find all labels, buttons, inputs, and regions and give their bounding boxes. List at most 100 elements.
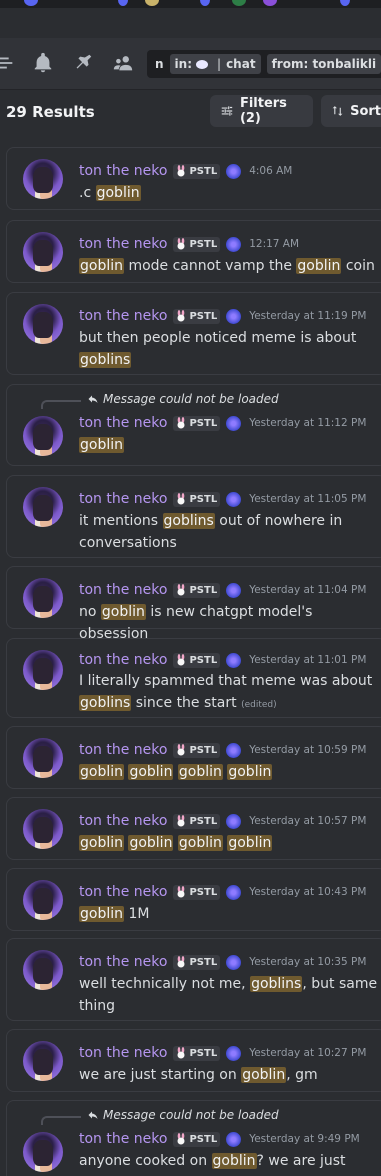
- server-icon[interactable]: [232, 0, 246, 6]
- guild-tag[interactable]: PSTL: [173, 163, 221, 179]
- reply-text: Message could not be loaded: [103, 392, 279, 406]
- bunny-icon: [177, 584, 185, 596]
- bunny-icon: [177, 1133, 185, 1145]
- server-icon[interactable]: [200, 0, 210, 6]
- avatar[interactable]: [23, 738, 63, 778]
- author-name[interactable]: ton the neko: [79, 491, 167, 507]
- search-token-from[interactable]: from: tonbalikli: [266, 54, 381, 74]
- avatar[interactable]: [23, 416, 63, 456]
- server-icon[interactable]: [145, 0, 159, 6]
- avatar[interactable]: [23, 487, 63, 527]
- result-card[interactable]: ton the neko PSTL 4:06 AM .c goblin: [6, 147, 381, 210]
- author-name[interactable]: ton the neko: [79, 884, 167, 900]
- role-badge-icon: [226, 954, 242, 970]
- avatar[interactable]: [23, 304, 63, 344]
- result-card[interactable]: ton the neko PSTL Yesterday at 11:19 PM …: [6, 292, 381, 375]
- search-highlight: goblin: [128, 835, 174, 851]
- avatar[interactable]: [23, 880, 63, 920]
- bunny-icon: [177, 417, 185, 429]
- guild-tag[interactable]: PSTL: [173, 652, 221, 668]
- server-icon[interactable]: [263, 0, 277, 6]
- author-name[interactable]: ton the neko: [79, 954, 167, 970]
- guild-tag[interactable]: PSTL: [173, 308, 221, 324]
- tag-label: PSTL: [189, 310, 218, 322]
- author-name[interactable]: ton the neko: [79, 163, 167, 179]
- message-content: but then people noticed meme is about go…: [79, 327, 379, 371]
- bunny-icon: [177, 654, 185, 666]
- author-name[interactable]: ton the neko: [79, 1131, 167, 1147]
- bunny-icon: [177, 165, 185, 177]
- filters-button[interactable]: Filters (2): [210, 95, 313, 127]
- server-icon[interactable]: [118, 0, 128, 6]
- search-highlight: goblin: [95, 185, 141, 201]
- message-content: goblin 1M: [79, 903, 379, 925]
- author-name[interactable]: ton the neko: [79, 652, 167, 668]
- timestamp: Yesterday at 11:19 PM: [249, 310, 367, 322]
- bunny-icon: [177, 310, 185, 322]
- reply-preview[interactable]: Message could not be loaded: [87, 392, 279, 406]
- bunny-icon: [177, 744, 185, 756]
- guild-tag[interactable]: PSTL: [173, 582, 221, 598]
- timestamp: Yesterday at 10:59 PM: [249, 744, 367, 756]
- guild-tag[interactable]: PSTL: [173, 813, 221, 829]
- members-icon[interactable]: [112, 52, 134, 74]
- guild-tag[interactable]: PSTL: [173, 415, 221, 431]
- result-card[interactable]: ton the neko PSTL 12:17 AM goblin mode c…: [6, 220, 381, 283]
- guild-tag[interactable]: PSTL: [173, 954, 221, 970]
- threads-icon[interactable]: [0, 52, 16, 74]
- result-card[interactable]: ton the neko PSTL Yesterday at 11:05 PM …: [6, 475, 381, 558]
- reply-arrow-icon: [88, 1111, 98, 1119]
- result-card[interactable]: ton the neko PSTL Yesterday at 10:43 PM …: [6, 868, 381, 931]
- tag-label: PSTL: [189, 417, 218, 429]
- author-name[interactable]: ton the neko: [79, 582, 167, 598]
- timestamp: Yesterday at 11:01 PM: [249, 654, 367, 666]
- result-card[interactable]: Message could not be loaded ton the neko…: [6, 1100, 381, 1176]
- avatar[interactable]: [23, 950, 63, 990]
- avatar[interactable]: [23, 578, 63, 618]
- top-strip: [0, 0, 381, 8]
- bunny-icon: [177, 493, 185, 505]
- avatar[interactable]: [23, 232, 63, 272]
- message-header: ton the neko PSTL Yesterday at 11:05 PM: [79, 491, 366, 507]
- search-highlight: goblin: [296, 258, 342, 274]
- tag-label: PSTL: [189, 584, 218, 596]
- sort-button[interactable]: Sort: [321, 95, 381, 127]
- result-card[interactable]: ton the neko PSTL Yesterday at 10:57 PM …: [6, 797, 381, 860]
- tag-label: PSTL: [189, 165, 218, 177]
- timestamp: Yesterday at 10:27 PM: [249, 1047, 367, 1059]
- author-name[interactable]: ton the neko: [79, 813, 167, 829]
- result-card[interactable]: ton the neko PSTL Yesterday at 10:35 PM …: [6, 938, 381, 1021]
- message-content: goblin goblin goblin goblin: [79, 832, 379, 854]
- result-card[interactable]: ton the neko PSTL Yesterday at 10:59 PM …: [6, 726, 381, 789]
- role-badge-icon: [226, 236, 242, 252]
- avatar[interactable]: [23, 1041, 63, 1081]
- guild-tag[interactable]: PSTL: [173, 236, 221, 252]
- bell-icon[interactable]: [32, 52, 54, 74]
- guild-tag[interactable]: PSTL: [173, 742, 221, 758]
- avatar[interactable]: [23, 159, 63, 199]
- search-input[interactable]: n in: | chat from: tonbalikli: [147, 50, 381, 78]
- author-name[interactable]: ton the neko: [79, 742, 167, 758]
- server-icon[interactable]: [24, 0, 38, 6]
- server-icon[interactable]: [340, 0, 350, 6]
- avatar[interactable]: [23, 809, 63, 849]
- author-name[interactable]: ton the neko: [79, 308, 167, 324]
- result-card[interactable]: ton the neko PSTL Yesterday at 11:01 PM …: [6, 638, 381, 718]
- author-name[interactable]: ton the neko: [79, 236, 167, 252]
- avatar[interactable]: [23, 1132, 63, 1172]
- reply-preview[interactable]: Message could not be loaded: [87, 1108, 279, 1122]
- result-card[interactable]: ton the neko PSTL Yesterday at 11:04 PM …: [6, 566, 381, 642]
- author-name[interactable]: ton the neko: [79, 415, 167, 431]
- guild-tag[interactable]: PSTL: [173, 1131, 221, 1147]
- result-card[interactable]: ton the neko PSTL Yesterday at 10:27 PM …: [6, 1029, 381, 1092]
- guild-tag[interactable]: PSTL: [173, 491, 221, 507]
- guild-tag[interactable]: PSTL: [173, 1045, 221, 1061]
- guild-tag[interactable]: PSTL: [173, 884, 221, 900]
- search-token-in[interactable]: in: | chat: [169, 54, 261, 74]
- avatar[interactable]: [23, 650, 63, 690]
- pin-icon[interactable]: [72, 52, 94, 74]
- message-header: ton the neko PSTL 12:17 AM: [79, 236, 299, 252]
- author-name[interactable]: ton the neko: [79, 1045, 167, 1061]
- message-content: it mentions goblins out of nowhere in co…: [79, 510, 379, 554]
- result-card[interactable]: Message could not be loaded ton the neko…: [6, 384, 381, 466]
